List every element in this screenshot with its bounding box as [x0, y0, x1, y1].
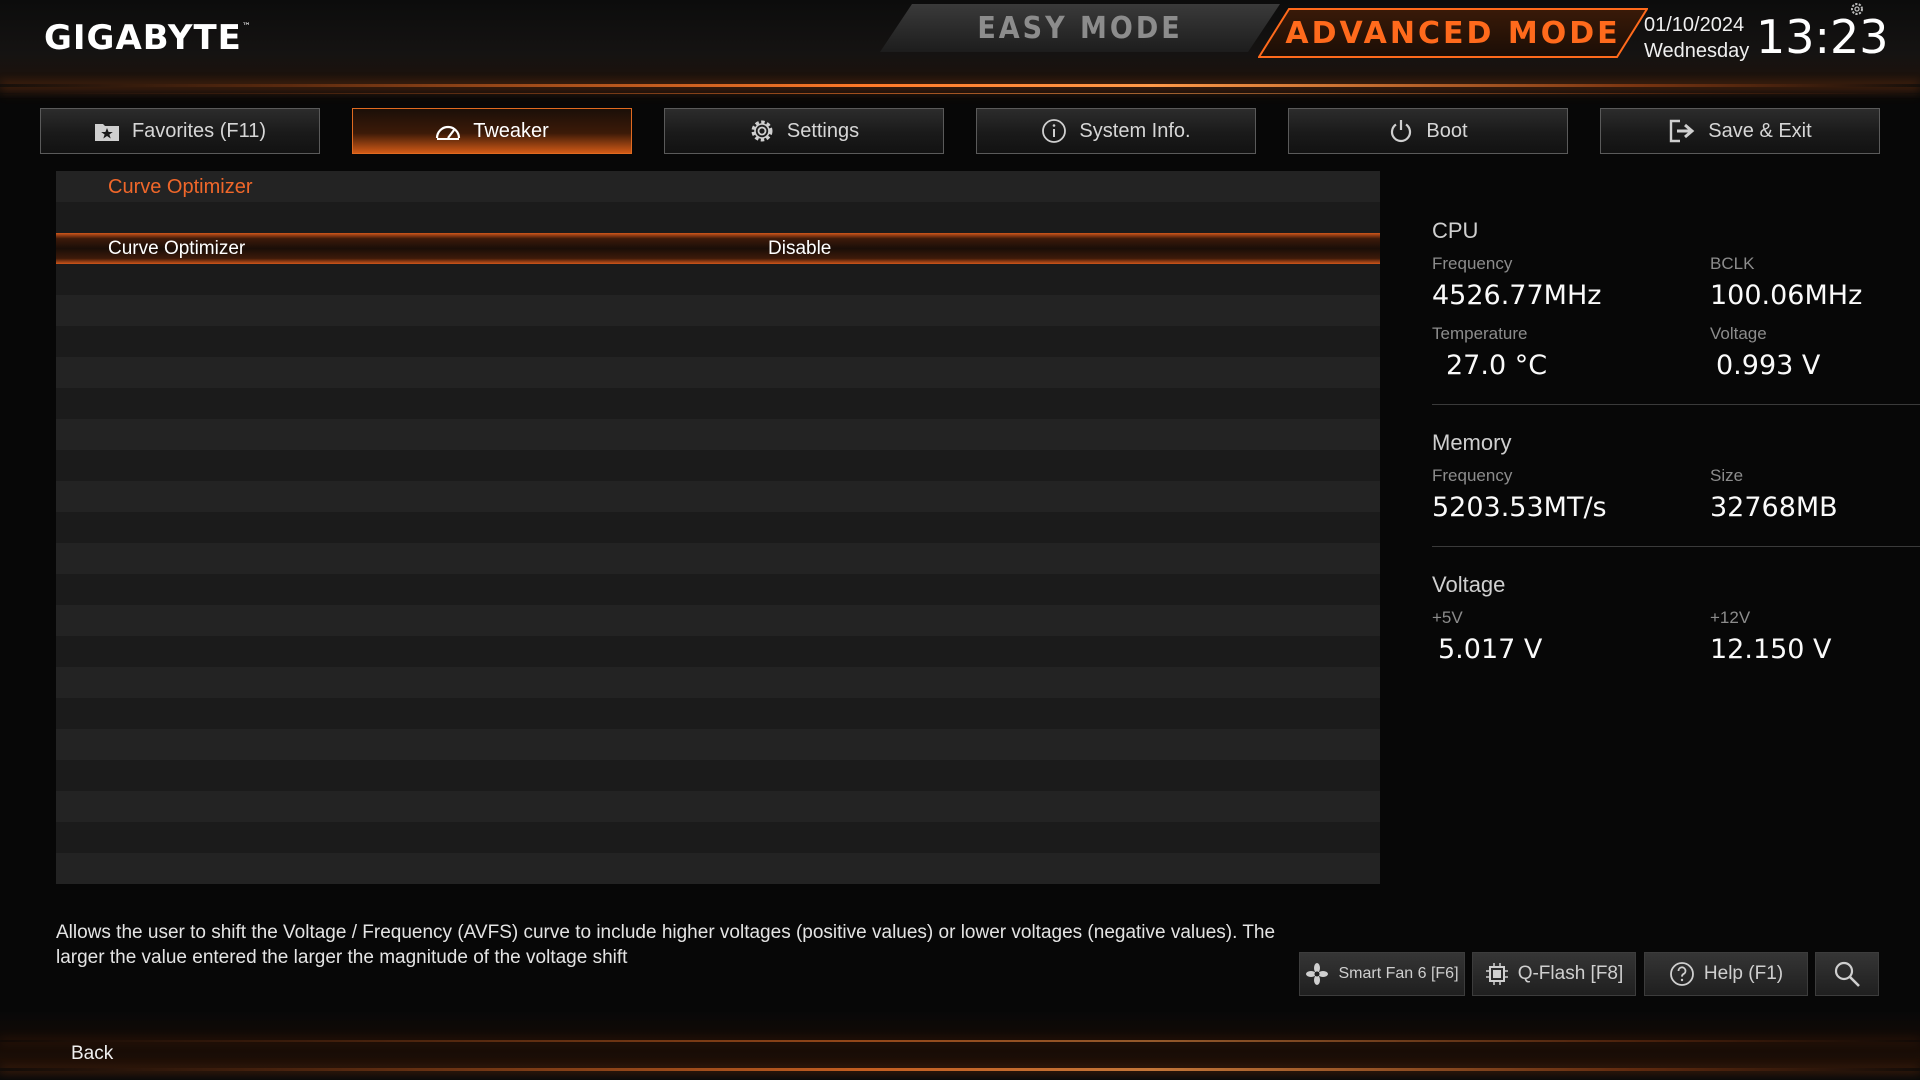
- cpu-voltage-value: 0.993 V: [1716, 350, 1821, 381]
- tab-favorites-label: Favorites (F11): [131, 119, 267, 142]
- cpu-title: CPU: [1432, 218, 1479, 243]
- power-icon: [1391, 120, 1412, 143]
- curve-optimizer-setting[interactable]: Curve Optimizer Disable: [56, 233, 1380, 264]
- bottom-glow-line: [0, 1040, 1920, 1042]
- search-icon: [1834, 961, 1860, 987]
- cpu-voltage-label: Voltage: [1710, 324, 1767, 343]
- list-row: [56, 202, 1380, 233]
- list-row: [56, 760, 1380, 791]
- info-icon: [1042, 119, 1067, 143]
- date-text: 01/10/2024: [1644, 14, 1745, 36]
- cpu-frequency-value: 4526.77MHz: [1432, 280, 1602, 311]
- v12-label: +12V: [1710, 608, 1751, 627]
- v5-label: +5V: [1432, 608, 1463, 627]
- tab-settings[interactable]: Settings: [664, 108, 944, 154]
- tab-save-exit[interactable]: Save & Exit: [1600, 108, 1880, 154]
- tab-save-exit-label: Save & Exit: [1708, 119, 1812, 142]
- bclk-label: BCLK: [1710, 254, 1755, 273]
- list-row: [56, 419, 1380, 450]
- divider: [1432, 404, 1920, 405]
- bottom-glow-line-lower: [0, 1068, 1920, 1071]
- settings-list-panel: Curve Optimizer Curve Optimizer Disable: [56, 171, 1380, 884]
- list-row: [56, 450, 1380, 481]
- list-row: [56, 853, 1380, 884]
- exit-icon: [1670, 119, 1695, 143]
- list-row: [56, 295, 1380, 326]
- help-icon: [1670, 962, 1694, 986]
- help-label: Help (F1): [1703, 963, 1784, 984]
- list-row: [56, 543, 1380, 574]
- cpu-frequency-label: Frequency: [1432, 254, 1513, 273]
- setting-value[interactable]: Disable: [768, 238, 831, 260]
- star-folder-icon: [94, 124, 119, 141]
- memory-size-label: Size: [1710, 466, 1744, 485]
- list-row: [56, 357, 1380, 388]
- tab-tweaker[interactable]: Tweaker: [352, 108, 632, 154]
- divider: [1432, 546, 1920, 547]
- gigabyte-logo: GIGABYTE™: [44, 18, 252, 58]
- cpu-temperature-value: 27.0 °C: [1446, 350, 1548, 381]
- list-row: [56, 636, 1380, 667]
- list-row: [56, 667, 1380, 698]
- header-glow-line: [0, 84, 1920, 87]
- memory-size-value: 32768MB: [1710, 492, 1838, 523]
- gear-icon: [751, 120, 773, 142]
- smart-fan-label: Smart Fan 6 [F6]: [1338, 965, 1459, 982]
- breadcrumb: Curve Optimizer: [108, 176, 253, 198]
- memory-frequency-value: 5203.53MT/s: [1432, 492, 1607, 523]
- list-row: [56, 574, 1380, 605]
- gear-icon[interactable]: [1849, 1, 1865, 17]
- chip-icon: [1485, 963, 1508, 985]
- list-row: [56, 388, 1380, 419]
- tab-settings-label: Settings: [786, 119, 860, 142]
- list-row: [56, 698, 1380, 729]
- v5-value: 5.017 V: [1438, 634, 1543, 665]
- memory-frequency-label: Frequency: [1432, 466, 1513, 485]
- list-row: [56, 822, 1380, 853]
- tab-system-info-label: System Info.: [1079, 119, 1191, 142]
- v12-value: 12.150 V: [1710, 634, 1832, 665]
- setting-label: Curve Optimizer: [108, 238, 246, 259]
- date-display: 01/10/2024 Wednesday: [1644, 12, 1749, 64]
- help-button[interactable]: Help (F1): [1644, 952, 1808, 996]
- clock-time: 13:23: [1756, 10, 1889, 64]
- tab-system-info[interactable]: System Info.: [976, 108, 1256, 154]
- q-flash-button[interactable]: Q-Flash [F8]: [1472, 952, 1636, 996]
- list-row: [56, 481, 1380, 512]
- weekday-text: Wednesday: [1644, 40, 1750, 62]
- back-button[interactable]: Back: [71, 1043, 113, 1065]
- tab-tweaker-label: Tweaker: [473, 119, 549, 142]
- list-row: Curve Optimizer: [56, 171, 1380, 202]
- advanced-mode-button[interactable]: ADVANCED MODE: [1258, 8, 1648, 58]
- easy-mode-button[interactable]: EASY MODE: [880, 4, 1280, 52]
- list-row: [56, 264, 1380, 295]
- q-flash-label: Q-Flash [F8]: [1517, 963, 1624, 984]
- list-row: [56, 605, 1380, 636]
- bclk-value: 100.06MHz: [1710, 280, 1863, 311]
- cpu-temperature-label: Temperature: [1432, 324, 1528, 343]
- list-row: [56, 729, 1380, 760]
- tab-boot-label: Boot: [1426, 119, 1468, 142]
- memory-title: Memory: [1432, 430, 1512, 455]
- search-button[interactable]: [1815, 952, 1879, 996]
- voltage-title: Voltage: [1432, 572, 1506, 597]
- tab-favorites[interactable]: Favorites (F11): [40, 108, 320, 154]
- fan-icon: [1306, 963, 1329, 985]
- list-row: [56, 791, 1380, 822]
- smart-fan-button[interactable]: Smart Fan 6 [F6]: [1299, 952, 1465, 996]
- list-row: [56, 512, 1380, 543]
- header-glow-line-thin: [0, 93, 1920, 94]
- tab-boot[interactable]: Boot: [1288, 108, 1568, 154]
- list-row: [56, 326, 1380, 357]
- help-description: Allows the user to shift the Voltage / F…: [56, 922, 1276, 968]
- speedometer-icon: [436, 125, 461, 140]
